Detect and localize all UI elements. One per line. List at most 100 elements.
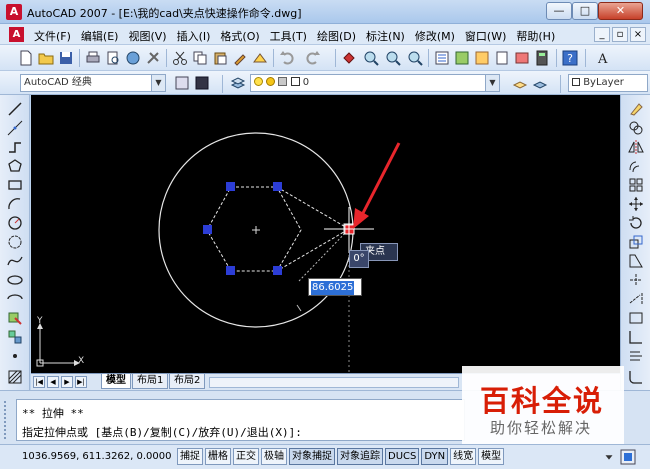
calculator-icon[interactable] [534, 50, 550, 66]
rotate-icon[interactable] [628, 215, 644, 231]
doc-minimize-button[interactable]: _ [594, 27, 610, 42]
ellipse-icon[interactable] [7, 272, 23, 288]
tool-palettes-icon[interactable] [474, 50, 490, 66]
undo-icon[interactable] [279, 50, 295, 66]
stretch-icon[interactable] [628, 253, 644, 269]
make-layer-current-icon[interactable] [512, 75, 528, 91]
grip[interactable] [226, 182, 235, 191]
command-grip-handle[interactable] [4, 401, 10, 439]
maximize-button[interactable]: □ [572, 2, 598, 20]
trim-icon[interactable] [628, 272, 644, 288]
print-icon[interactable] [85, 50, 101, 66]
menu-item[interactable]: 文件(F) [29, 28, 76, 44]
line-icon[interactable] [7, 101, 23, 117]
status-toggle-button[interactable]: 对象捕捉 [289, 448, 335, 465]
sheet-set-icon[interactable] [494, 50, 510, 66]
revision-cloud-icon[interactable] [7, 234, 23, 250]
status-toggle-button[interactable]: DUCS [385, 448, 420, 465]
tab-model[interactable]: 模型 [101, 374, 131, 389]
clean-screen-icon[interactable] [620, 449, 636, 465]
match-properties-icon[interactable] [232, 50, 248, 66]
status-toggle-button[interactable]: 对象追踪 [337, 448, 383, 465]
doc-restore-button[interactable]: ▫ [612, 27, 628, 42]
point-icon[interactable] [7, 348, 23, 364]
menu-item[interactable]: 格式(O) [215, 28, 264, 44]
minimize-button[interactable]: — [546, 2, 572, 20]
menu-item[interactable]: 窗口(W) [460, 28, 511, 44]
menu-item[interactable]: 修改(M) [410, 28, 460, 44]
tab-layout2[interactable]: 布局2 [169, 374, 206, 389]
break-icon[interactable] [628, 310, 644, 326]
doc-close-button[interactable]: × [630, 27, 646, 42]
polyline-icon[interactable] [7, 139, 23, 155]
zoom-previous-icon[interactable] [407, 50, 423, 66]
help-icon[interactable]: ? [562, 50, 578, 66]
status-toggle-button[interactable]: 栅格 [205, 448, 231, 465]
move-icon[interactable] [628, 196, 644, 212]
status-toggle-button[interactable]: 极轴 [261, 448, 287, 465]
workspace-save-icon[interactable] [194, 75, 210, 91]
join-icon[interactable] [628, 329, 644, 345]
tray-settings-icon[interactable] [602, 450, 616, 464]
zoom-window-icon[interactable] [385, 50, 401, 66]
layer-manager-icon[interactable] [230, 75, 246, 91]
status-toggle-button[interactable]: 线宽 [450, 448, 477, 465]
horizontal-scrollbar[interactable] [209, 377, 459, 388]
scale-icon[interactable] [628, 234, 644, 250]
plot-icon[interactable] [145, 50, 161, 66]
chamfer-icon[interactable] [628, 348, 644, 364]
drawing-canvas[interactable]: Y X 夹点 0° 86.6025 [31, 95, 620, 373]
polygon-icon[interactable] [7, 158, 23, 174]
ellipse-arc-icon[interactable] [7, 291, 23, 307]
copy-icon[interactable] [192, 50, 208, 66]
text-style-icon[interactable]: A [595, 50, 611, 66]
open-folder-icon[interactable] [38, 50, 54, 66]
linetype-select[interactable]: ByLayer [568, 74, 648, 92]
command-window[interactable]: ** 拉伸 ** 指定拉伸点或 [基点(B)/复制(C)/放弃(U)/退出(X)… [16, 399, 465, 441]
document-icon[interactable]: A [9, 27, 24, 42]
workspace-settings-icon[interactable] [174, 75, 190, 91]
save-icon[interactable] [58, 50, 74, 66]
next-tab-button[interactable]: ▶ [61, 376, 73, 388]
offset-icon[interactable] [628, 158, 644, 174]
erase-icon[interactable] [628, 101, 644, 117]
properties-icon[interactable] [434, 50, 450, 66]
markup-icon[interactable] [514, 50, 530, 66]
grip[interactable] [273, 266, 282, 275]
make-block-icon[interactable] [7, 329, 23, 345]
menu-item[interactable]: 标注(N) [361, 28, 410, 44]
layer-select[interactable]: 0 ▼ [250, 74, 500, 92]
menu-item[interactable]: 编辑(E) [76, 28, 124, 44]
hexagon-polygon[interactable] [206, 186, 302, 272]
block-editor-icon[interactable] [252, 50, 268, 66]
new-file-icon[interactable] [18, 50, 34, 66]
dynamic-input-field[interactable]: 86.6025 [308, 278, 362, 296]
last-tab-button[interactable]: ▶| [75, 376, 87, 388]
menu-item[interactable]: 工具(T) [265, 28, 312, 44]
grip[interactable] [226, 266, 235, 275]
array-icon[interactable] [628, 177, 644, 193]
first-tab-button[interactable]: |◀ [33, 376, 45, 388]
circle-icon[interactable] [7, 215, 23, 231]
menu-item[interactable]: 视图(V) [123, 28, 171, 44]
tab-layout1[interactable]: 布局1 [132, 374, 169, 389]
fillet-icon[interactable] [628, 369, 644, 385]
prev-tab-button[interactable]: ◀ [47, 376, 59, 388]
menu-item[interactable]: 绘图(D) [312, 28, 361, 44]
close-button[interactable]: ✕ [598, 2, 643, 20]
redo-icon[interactable] [305, 50, 321, 66]
status-toggle-button[interactable]: 正交 [233, 448, 259, 465]
grip[interactable] [273, 182, 282, 191]
status-toggle-button[interactable]: DYN [421, 448, 449, 465]
arc-icon[interactable] [7, 196, 23, 212]
status-toggle-button[interactable]: 模型 [478, 448, 505, 465]
pan-icon[interactable] [341, 50, 357, 66]
status-toggle-button[interactable]: 捕捉 [177, 448, 203, 465]
mirror-icon[interactable] [628, 139, 644, 155]
menu-item[interactable]: 帮助(H) [511, 28, 560, 44]
cut-icon[interactable] [172, 50, 188, 66]
grip[interactable] [203, 225, 212, 234]
hatch-icon[interactable] [7, 369, 23, 385]
construction-line-icon[interactable] [7, 120, 23, 136]
spline-icon[interactable] [7, 253, 23, 269]
